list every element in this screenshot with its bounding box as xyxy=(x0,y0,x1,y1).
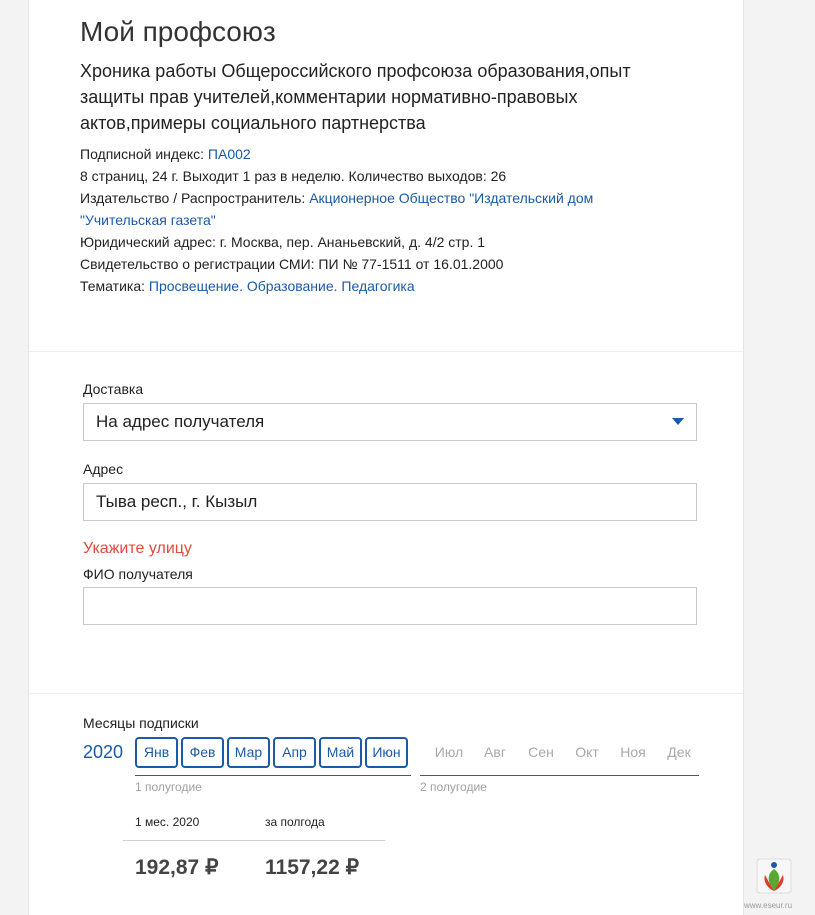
recipient-input[interactable] xyxy=(83,587,697,625)
meta-address: Юридический адрес: г. Москва, пер. Анань… xyxy=(80,234,486,250)
month-button-jun[interactable]: Июн xyxy=(365,737,408,768)
delivery-select[interactable]: На адрес получателя xyxy=(83,403,697,441)
address-input-value: Тыва респ., г. Кызыл xyxy=(96,492,258,511)
first-half-label: 1 полугодие xyxy=(135,780,202,794)
page-title: Мой профсоюз xyxy=(80,16,276,47)
delivery-label: Доставка xyxy=(83,381,144,397)
month-button-sep: Сен xyxy=(528,744,554,760)
meta-publisher: Издательство / Распространитель: Акционе… xyxy=(80,187,660,231)
month-button-oct: Окт xyxy=(575,744,599,760)
month-button-may[interactable]: Май xyxy=(319,737,362,768)
month-button-nov: Ноя xyxy=(620,744,646,760)
month-button-aug: Авг xyxy=(484,744,506,760)
logo-caption: www.eseur.ru xyxy=(744,901,793,910)
first-half-underline xyxy=(135,775,411,776)
subscription-year: 2020 xyxy=(83,742,124,762)
publication-description: Хроника работы Общероссийского профсоюза… xyxy=(80,61,631,133)
meta-index: Подписной индекс: ПА002 xyxy=(80,143,660,165)
month-button-dec: Дек xyxy=(667,744,691,760)
divider xyxy=(29,351,743,352)
meta-pages: 8 страниц, 24 г. Выходит 1 раз в неделю.… xyxy=(80,168,507,184)
meta-topic: Тематика: Просвещение. Образование. Педа… xyxy=(80,275,660,297)
union-logo-icon xyxy=(756,858,792,894)
topic-link[interactable]: Просвещение. Образование. Педагогика xyxy=(149,278,415,294)
price-half-value: 1157,22 ₽ xyxy=(265,856,359,879)
delivery-select-value: На адрес получателя xyxy=(96,412,265,431)
subscription-card: Мой профсоюз Хроника работы Общероссийск… xyxy=(28,0,744,915)
meta-topic-label: Тематика: xyxy=(80,278,149,294)
month-button-mar[interactable]: Мар xyxy=(227,737,270,768)
month-button-feb[interactable]: Фев xyxy=(181,737,224,768)
second-half-underline xyxy=(420,775,699,776)
month-button-jan[interactable]: Янв xyxy=(135,737,178,768)
subscription-months-label: Месяцы подписки xyxy=(83,715,199,731)
meta-publisher-label: Издательство / Распространитель: xyxy=(80,190,310,206)
address-error: Укажите улицу xyxy=(83,540,192,557)
meta-index-label: Подписной индекс: xyxy=(80,146,208,162)
first-half-months: Янв Фев Мар Апр Май Июн xyxy=(135,737,411,768)
recipient-label: ФИО получателя xyxy=(83,566,193,582)
divider xyxy=(29,693,743,694)
second-half-months: Июл Авг Сен Окт Ноя Дек xyxy=(426,737,702,768)
price-month-label: 1 мес. 2020 xyxy=(135,815,200,829)
chevron-down-icon xyxy=(672,418,684,425)
second-half-label: 2 полугодие xyxy=(420,780,487,794)
address-input[interactable]: Тыва респ., г. Кызыл xyxy=(83,483,697,521)
month-button-jul: Июл xyxy=(434,744,464,760)
address-label: Адрес xyxy=(83,461,124,477)
publication-meta: Подписной индекс: ПА002 8 страниц, 24 г.… xyxy=(80,143,660,297)
meta-certificate: Свидетельство о регистрации СМИ: ПИ № 77… xyxy=(80,256,504,272)
price-half-label: за полгода xyxy=(265,815,325,829)
price-month-value: 192,87 ₽ xyxy=(135,856,219,879)
price-divider xyxy=(123,840,385,841)
month-button-apr[interactable]: Апр xyxy=(273,737,316,768)
index-link[interactable]: ПА002 xyxy=(208,146,251,162)
